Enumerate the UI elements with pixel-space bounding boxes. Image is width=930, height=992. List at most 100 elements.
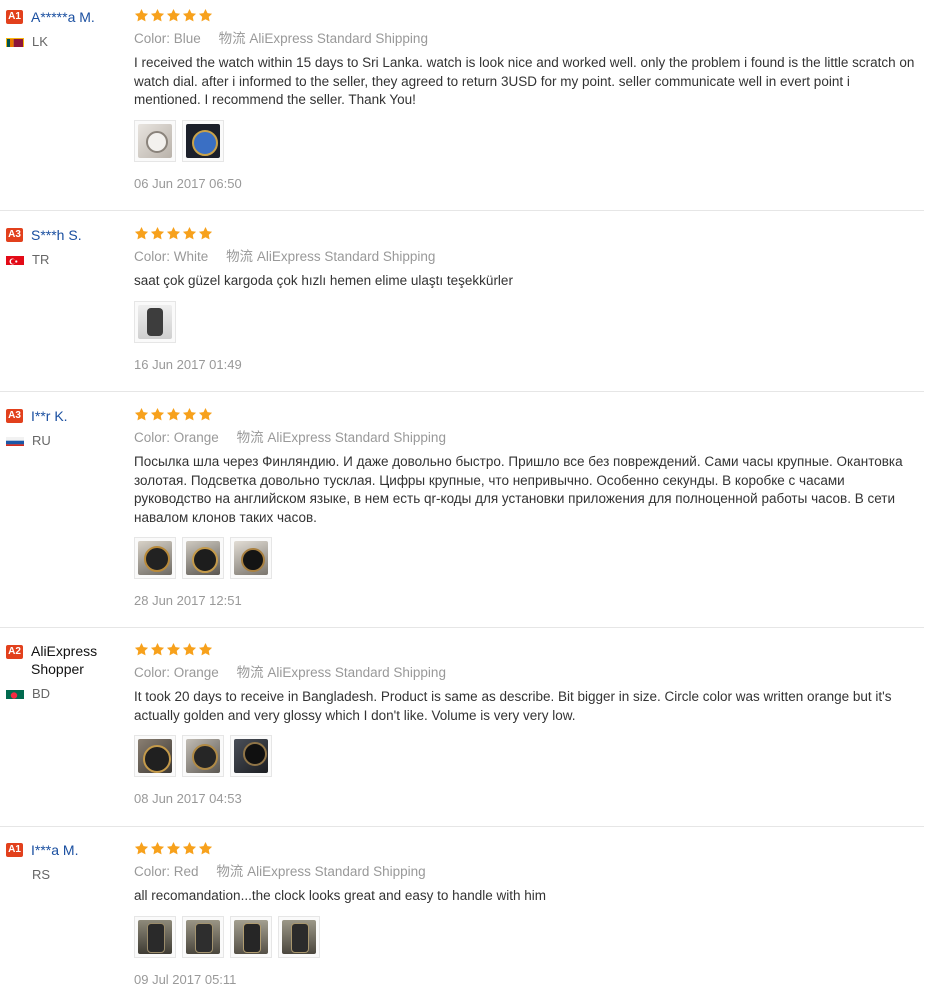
color-label: Color: (134, 430, 171, 445)
review-photos (134, 300, 916, 343)
shipping-label: 物流 (216, 864, 244, 879)
star-icon (166, 8, 181, 23)
color-value: Orange (173, 665, 219, 680)
review-date: 08 Jun 2017 04:53 (134, 791, 242, 806)
reviewer-name[interactable]: I**r K. (31, 407, 68, 425)
review-photo[interactable] (134, 300, 176, 343)
reviewer-name[interactable]: I***a M. (31, 841, 78, 859)
star-icon (182, 642, 197, 657)
review-item: A1 I***a M. RS Color: Red 物流 AliExpress … (0, 827, 924, 992)
reviewer-country: RS (32, 867, 51, 882)
color-label: Color: (134, 665, 171, 680)
review-photo[interactable] (230, 915, 272, 958)
color-value: Red (173, 864, 199, 879)
level-badge: A1 (6, 843, 23, 857)
order-info: Color: White 物流 AliExpress Standard Ship… (134, 248, 916, 266)
review-photo[interactable] (182, 119, 224, 162)
level-badge: A2 (6, 645, 23, 659)
review-content: Color: Orange 物流 AliExpress Standard Shi… (134, 642, 916, 806)
color-label: Color: (134, 31, 171, 46)
shipping-label: 物流 (218, 31, 246, 46)
flag-lk-icon (6, 36, 24, 47)
star-icon (198, 8, 213, 23)
star-rating (134, 841, 916, 857)
reviewer-country: LK (32, 34, 48, 49)
star-icon (198, 642, 213, 657)
star-icon (182, 841, 197, 856)
star-icon (182, 407, 197, 422)
review-photos (134, 537, 916, 579)
color-value: Blue (173, 31, 201, 46)
review-photos (134, 119, 916, 162)
star-icon (198, 841, 213, 856)
review-photo[interactable] (182, 735, 224, 777)
shipping-label: 物流 (226, 249, 254, 264)
reviewer-info: A2 AliExpress Shopper BD (6, 642, 128, 701)
reviewer-country: RU (32, 433, 51, 448)
order-info: Color: Blue 物流 AliExpress Standard Shipp… (134, 30, 916, 48)
star-icon (182, 226, 197, 241)
review-text: I received the watch within 15 days to S… (134, 55, 915, 107)
flag-bd-icon (6, 688, 24, 699)
flag-rs-icon (6, 869, 24, 880)
review-photos (134, 735, 916, 777)
shipping-value: AliExpress Standard Shipping (267, 665, 446, 680)
review-content: Color: Red 物流 AliExpress Standard Shippi… (134, 841, 916, 987)
shipping-label: 物流 (236, 665, 264, 680)
order-info: Color: Orange 物流 AliExpress Standard Shi… (134, 429, 916, 447)
star-rating (134, 642, 916, 658)
review-content: Color: Orange 物流 AliExpress Standard Shi… (134, 407, 916, 608)
color-label: Color: (134, 249, 171, 264)
reviewer-info: A1 A*****a M. LK (6, 8, 124, 49)
review-item: A3 I**r K. RU Color: Orange 物流 AliExpres… (0, 392, 924, 628)
reviewer-name[interactable]: S***h S. (31, 226, 82, 244)
shipping-value: AliExpress Standard Shipping (249, 31, 428, 46)
star-icon (150, 8, 165, 23)
review-photo[interactable] (278, 915, 320, 958)
review-item: A1 A*****a M. LK Color: Blue 物流 AliExpre… (0, 0, 924, 211)
star-icon (198, 226, 213, 241)
star-icon (166, 642, 181, 657)
star-icon (134, 8, 149, 23)
star-icon (134, 841, 149, 856)
color-label: Color: (134, 864, 171, 879)
reviewer-country: TR (32, 252, 50, 267)
star-rating (134, 226, 916, 242)
reviewer-name: AliExpress Shopper (31, 643, 98, 677)
review-photo[interactable] (134, 119, 176, 162)
review-photo[interactable] (230, 735, 272, 777)
review-photo[interactable] (134, 915, 176, 958)
order-info: Color: Orange 物流 AliExpress Standard Shi… (134, 664, 916, 682)
review-photo[interactable] (182, 537, 224, 579)
star-rating (134, 8, 916, 24)
flag-tr-icon (6, 254, 24, 265)
star-icon (134, 407, 149, 422)
review-content: Color: White 物流 AliExpress Standard Ship… (134, 226, 916, 372)
review-text: all recomandation...the clock looks grea… (134, 888, 546, 903)
color-value: White (173, 249, 209, 264)
reviewer-name[interactable]: A*****a M. (31, 8, 95, 26)
review-date: 09 Jul 2017 05:11 (134, 971, 237, 987)
review-item: A2 AliExpress Shopper BD Color: Orange 物… (0, 628, 924, 827)
reviewer-country: BD (32, 686, 51, 701)
review-date: 28 Jun 2017 12:51 (134, 593, 242, 608)
reviewer-info: A3 I**r K. RU (6, 407, 124, 448)
review-item: A3 S***h S. TR Color: White 物流 AliExpres… (0, 211, 924, 392)
review-photo[interactable] (230, 537, 272, 579)
reviewer-info: A3 S***h S. TR (6, 226, 124, 267)
order-info: Color: Red 物流 AliExpress Standard Shippi… (134, 863, 916, 881)
star-icon (198, 407, 213, 422)
star-icon (150, 642, 165, 657)
review-photo[interactable] (134, 735, 176, 777)
review-photo[interactable] (182, 915, 224, 958)
star-icon (150, 407, 165, 422)
star-icon (134, 226, 149, 241)
review-photos (134, 915, 916, 958)
color-value: Orange (173, 430, 219, 445)
review-date: 16 Jun 2017 01:49 (134, 356, 242, 372)
star-icon (182, 8, 197, 23)
review-photo[interactable] (134, 537, 176, 579)
shipping-value: AliExpress Standard Shipping (256, 249, 436, 264)
star-icon (166, 407, 181, 422)
review-text: Посылка шла через Финляндию. И даже дово… (134, 454, 903, 525)
